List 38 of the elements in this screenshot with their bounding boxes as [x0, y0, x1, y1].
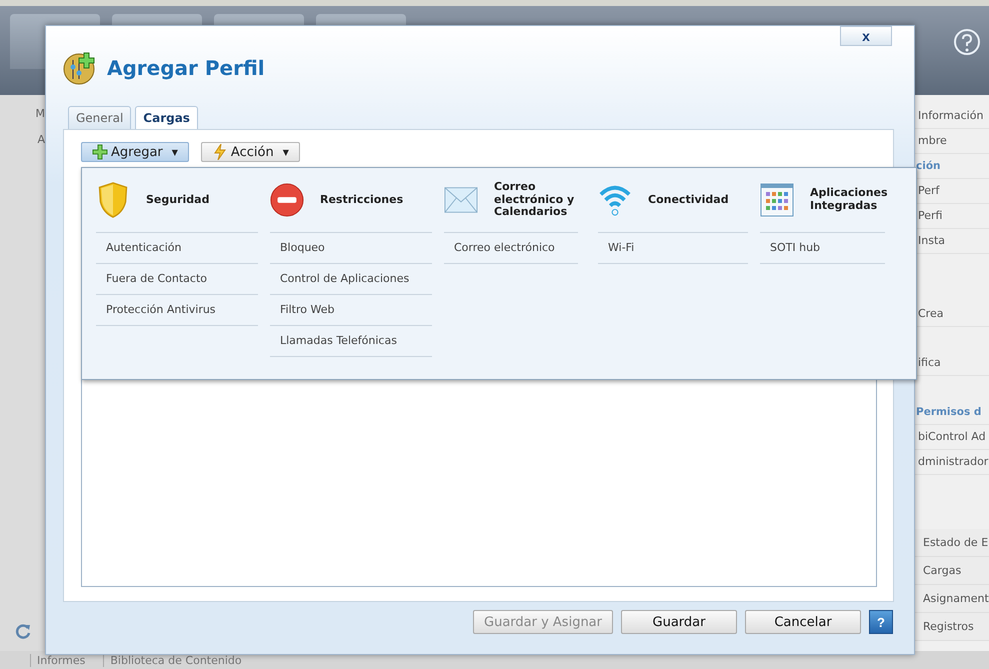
calendar-grid-icon: [760, 182, 794, 218]
column-label: A: [37, 133, 45, 146]
menu-category: Restricciones: [320, 194, 404, 206]
lightning-icon: [212, 144, 228, 160]
column-label: M: [36, 107, 45, 120]
close-button[interactable]: x: [840, 26, 892, 46]
menu-item[interactable]: Llamadas Telefónicas: [270, 326, 432, 357]
shield-icon: [96, 182, 130, 218]
menu-item[interactable]: SOTI hub: [760, 233, 885, 264]
help-button[interactable]: ?: [869, 610, 893, 634]
menu-item[interactable]: Control de Aplicaciones: [270, 264, 432, 295]
menu-item[interactable]: Filtro Web: [270, 295, 432, 326]
menu-item[interactable]: Protección Antivirus: [96, 295, 258, 326]
tab[interactable]: General: [68, 106, 132, 129]
menu-category: Aplicaciones Integradas: [810, 187, 888, 213]
tab[interactable]: Cargas: [135, 106, 198, 129]
help-icon[interactable]: [953, 28, 981, 56]
stop-icon: [270, 182, 304, 218]
menu-category: Conectividad: [648, 194, 729, 206]
panel-link[interactable]: Asignament: [915, 585, 989, 613]
panel-link[interactable]: Estado de E: [915, 529, 989, 557]
dialog-button[interactable]: Guardar: [621, 610, 737, 634]
panel-link[interactable]: Registros: [915, 613, 989, 641]
dialog-button[interactable]: Cancelar: [745, 610, 861, 634]
menu-category: Seguridad: [146, 194, 210, 206]
panel-link[interactable]: Cargas: [915, 557, 989, 585]
refresh-icon[interactable]: [15, 623, 31, 639]
dialog-title: Agregar Perfil: [107, 56, 265, 80]
menu-item[interactable]: Bloqueo: [270, 233, 432, 264]
menu-item[interactable]: Wi-Fi: [598, 233, 748, 264]
action-dropdown-button[interactable]: Acción ▼: [200, 142, 300, 162]
menu-item[interactable]: Correo electrónico: [444, 233, 578, 264]
menu-item[interactable]: Fuera de Contacto: [96, 264, 258, 295]
menu-item[interactable]: Autenticación: [96, 233, 258, 264]
profile-add-icon: [63, 51, 97, 85]
plus-icon: [92, 144, 108, 160]
menu-category: Correo electrónico y Calendarios: [494, 181, 576, 219]
add-dropdown-button[interactable]: Agregar ▼: [81, 142, 189, 162]
